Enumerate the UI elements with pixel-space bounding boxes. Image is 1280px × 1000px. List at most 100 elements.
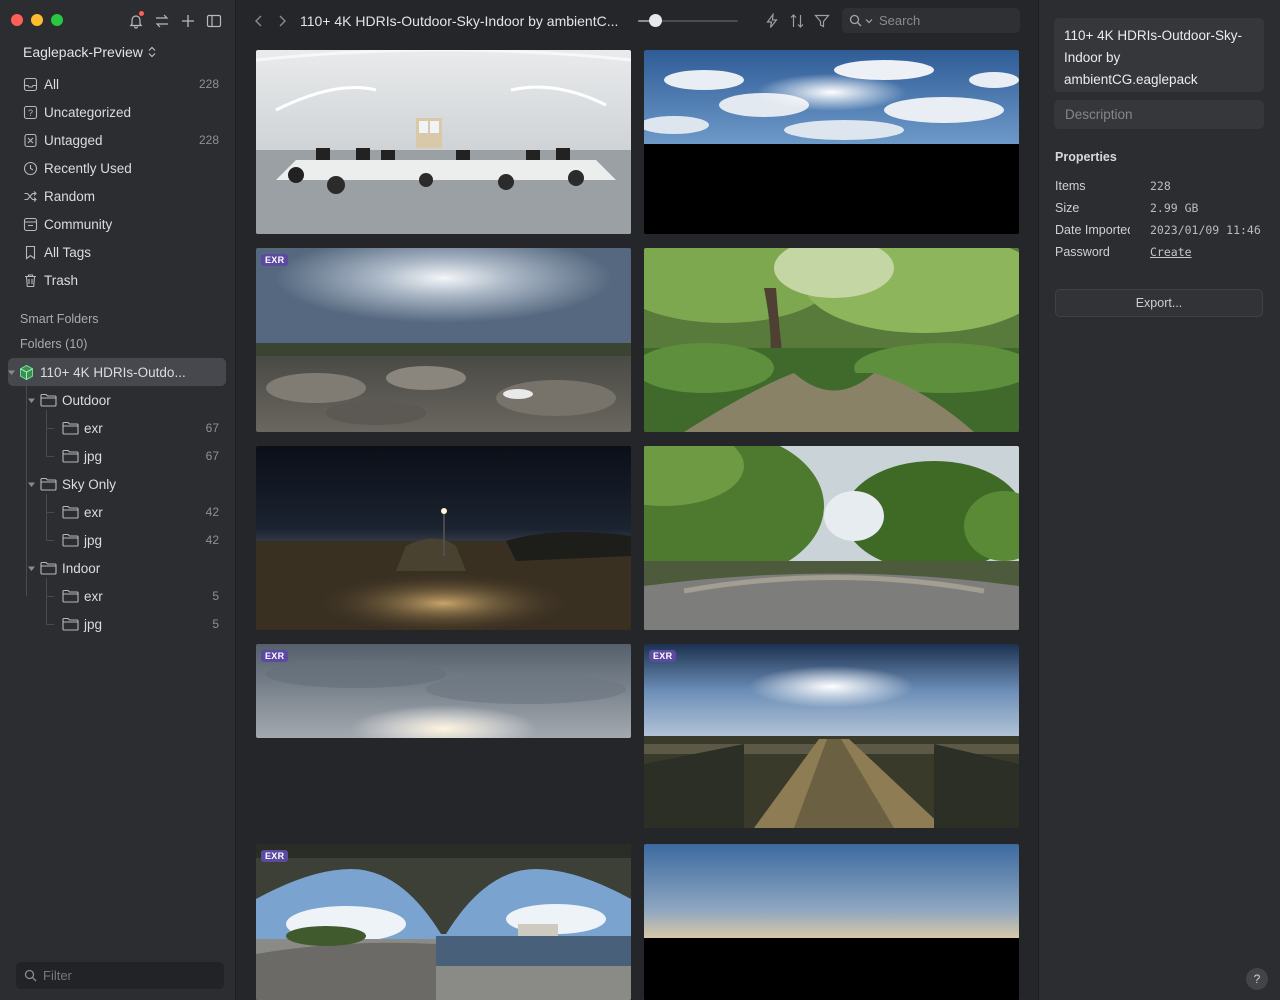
sidebar-toolbar	[127, 11, 222, 29]
window-controls	[11, 14, 63, 26]
export-button[interactable]: Export...	[1055, 289, 1263, 317]
search-input[interactable]: Search	[842, 8, 1020, 33]
folder-label: Outdoor	[62, 392, 111, 408]
nav-item-community[interactable]: Community	[16, 210, 226, 238]
folder-indoor-exr[interactable]: exr 5	[8, 582, 228, 610]
property-password: Password Create	[1055, 245, 1271, 263]
folder-icon	[40, 477, 57, 491]
thumbnail-forest[interactable]	[644, 248, 1019, 432]
notification-dot	[139, 11, 144, 16]
chevron-down-icon[interactable]	[26, 563, 36, 573]
thumbnail-office[interactable]	[256, 50, 631, 234]
minimize-window-button[interactable]	[31, 14, 43, 26]
chevron-down-icon[interactable]	[6, 367, 16, 377]
description-placeholder: Description	[1065, 107, 1133, 122]
chevron-updown-icon	[148, 46, 156, 58]
thumbnail-dusk-sky[interactable]	[644, 844, 1019, 1000]
bell-icon[interactable]	[127, 11, 144, 29]
nav-label: All	[44, 76, 60, 92]
sort-icon[interactable]	[788, 12, 805, 29]
sync-arrows-icon[interactable]	[153, 12, 170, 29]
filter-input[interactable]: Filter	[16, 962, 224, 989]
folder-sky-only[interactable]: Sky Only	[8, 470, 228, 498]
tag-off-icon	[22, 132, 38, 148]
property-value: 228	[1150, 179, 1171, 193]
folder-root[interactable]: 110+ 4K HDRIs-Outdo...	[6, 358, 226, 386]
back-arrow-icon[interactable]	[250, 12, 268, 30]
folder-sky-only-jpg[interactable]: jpg 42	[8, 526, 228, 554]
svg-text:?: ?	[27, 108, 32, 118]
lightning-icon[interactable]	[763, 12, 780, 29]
nav-label: Recently Used	[44, 160, 132, 176]
nav-label: Uncategorized	[44, 104, 132, 120]
sidebar: Eaglepack-Preview All 228 ? Uncategorize…	[0, 0, 236, 1000]
nav-item-untagged[interactable]: Untagged 228	[16, 126, 226, 154]
folder-label: jpg	[84, 616, 103, 632]
folder-icon	[62, 617, 79, 631]
pack-name-field[interactable]: 110+ 4K HDRIs-Outdoor-Sky-Indoor by ambi…	[1054, 18, 1264, 92]
folder-outdoor[interactable]: Outdoor	[8, 386, 228, 414]
thumbnail-green-park[interactable]	[644, 446, 1019, 630]
trash-icon	[22, 272, 38, 288]
property-items: Items 228	[1055, 179, 1271, 197]
folder-count: 67	[205, 421, 219, 435]
thumbnail-field-sunset[interactable]: EXR	[644, 644, 1019, 828]
toolbar-icons	[763, 12, 830, 29]
folder-sky-only-exr[interactable]: exr 42	[8, 498, 228, 526]
chevron-down-icon[interactable]	[26, 479, 36, 489]
folder-label: exr	[84, 504, 103, 520]
shuffle-icon	[22, 188, 38, 204]
folder-tree: 110+ 4K HDRIs-Outdo... Outdoor exr 67 jp…	[6, 358, 228, 638]
folder-icon	[62, 449, 79, 463]
inspector-panel: 110+ 4K HDRIs-Outdoor-Sky-Indoor by ambi…	[1038, 0, 1280, 1000]
thumbnail-bridge[interactable]: EXR	[256, 844, 631, 1000]
folder-indoor-jpg[interactable]: jpg 5	[8, 610, 228, 638]
folder-title: 110+ 4K HDRIs-Outdoor-Sky-Indoor by ambi…	[300, 13, 619, 29]
nav-item-random[interactable]: Random	[16, 182, 226, 210]
thumbnail-rocky-overcast[interactable]: EXR	[256, 248, 631, 432]
folders-heading[interactable]: Folders (10)	[20, 337, 87, 351]
property-key: Items	[1055, 179, 1086, 193]
zoom-slider-knob[interactable]	[649, 14, 662, 27]
chevron-down-icon[interactable]	[26, 395, 36, 405]
folder-label: exr	[84, 420, 103, 436]
nav-list: All 228 ? Uncategorized Untagged 228 Rec…	[16, 70, 226, 294]
hdri-preview-image	[256, 644, 631, 738]
folder-indoor[interactable]: Indoor	[8, 554, 228, 582]
format-badge: EXR	[261, 850, 289, 862]
nav-label: Untagged	[44, 132, 103, 148]
folder-outdoor-exr[interactable]: exr 67	[8, 414, 228, 442]
zoom-slider[interactable]	[638, 14, 738, 27]
folder-label: 110+ 4K HDRIs-Outdo...	[40, 364, 186, 380]
plus-icon[interactable]	[179, 12, 196, 29]
create-password-link[interactable]: Create	[1150, 245, 1192, 259]
thumbnail-sky-clouds[interactable]	[644, 50, 1019, 234]
nav-item-all-tags[interactable]: All Tags	[16, 238, 226, 266]
property-key: Size	[1055, 201, 1080, 215]
thumbnail-night-road[interactable]	[256, 446, 631, 630]
folder-outdoor-jpg[interactable]: jpg 67	[8, 442, 228, 470]
folder-label: jpg	[84, 532, 103, 548]
search-icon	[24, 969, 37, 982]
nav-item-trash[interactable]: Trash	[16, 266, 226, 294]
nav-label: Random	[44, 188, 96, 204]
cube-icon	[18, 364, 35, 381]
smart-folders-heading[interactable]: Smart Folders	[20, 312, 99, 326]
sidebar-toggle-icon[interactable]	[205, 12, 222, 29]
nav-item-uncategorized[interactable]: ? Uncategorized	[16, 98, 226, 126]
description-field[interactable]: Description	[1054, 100, 1264, 129]
help-button[interactable]: ?	[1246, 968, 1268, 990]
library-switcher[interactable]: Eaglepack-Preview	[23, 44, 156, 60]
nav-item-recently-used[interactable]: Recently Used	[16, 154, 226, 182]
forward-arrow-icon[interactable]	[273, 12, 291, 30]
folder-label: Indoor	[62, 560, 101, 576]
inbox-icon	[22, 76, 38, 92]
chevron-down-icon[interactable]	[865, 18, 873, 24]
folder-label: exr	[84, 588, 103, 604]
thumbnail-grey-sky[interactable]: EXR	[256, 644, 631, 738]
close-window-button[interactable]	[11, 14, 23, 26]
zoom-window-button[interactable]	[51, 14, 63, 26]
filter-funnel-icon[interactable]	[813, 12, 830, 29]
folder-count: 67	[205, 449, 219, 463]
nav-item-all[interactable]: All 228	[16, 70, 226, 98]
